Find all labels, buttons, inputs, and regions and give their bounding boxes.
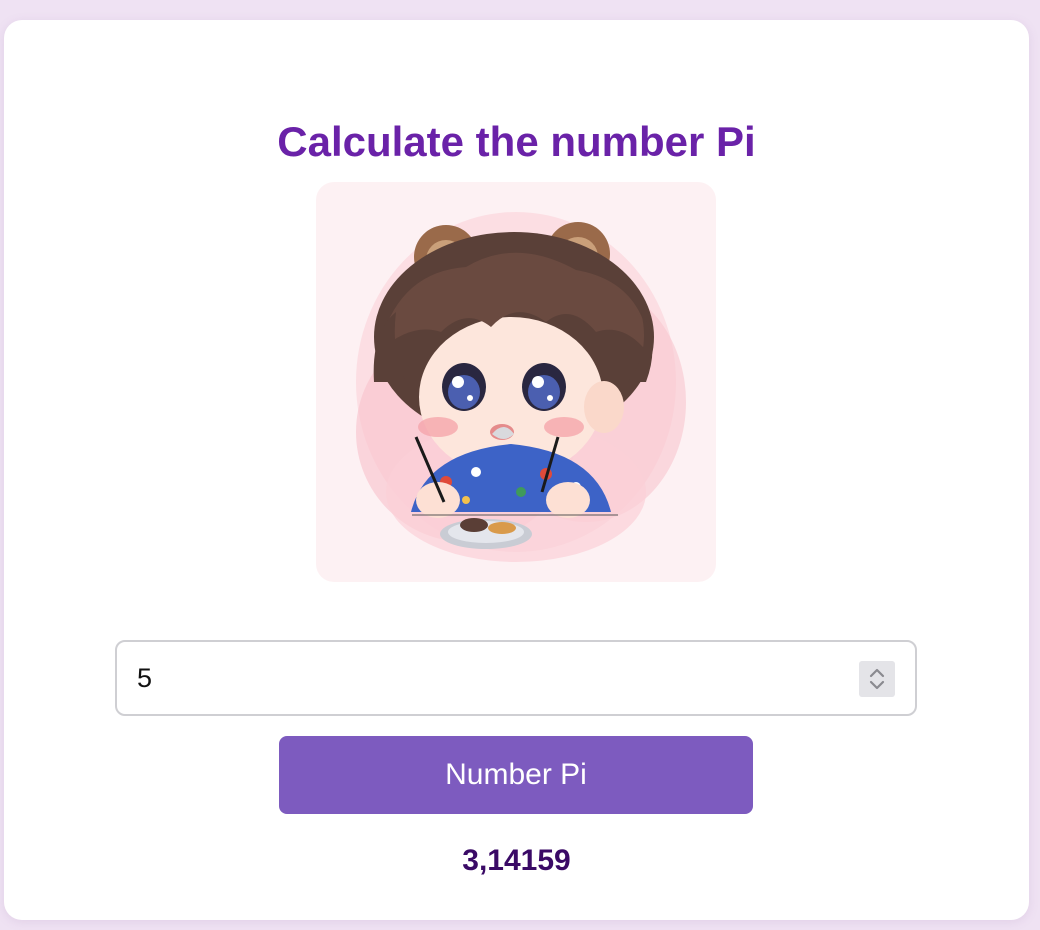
digits-field (115, 640, 917, 716)
stepper-arrows-icon (869, 668, 885, 690)
page-title: Calculate the number Pi (277, 118, 756, 165)
pi-result: 3,14159 (462, 844, 571, 877)
chibi-character-image (316, 182, 716, 582)
number-stepper[interactable] (859, 661, 895, 697)
calculator-card: Calculate the number Pi 5 Number Pi 3,14… (4, 20, 1029, 920)
number-pi-button[interactable]: Number Pi (279, 736, 753, 814)
digits-input[interactable] (137, 642, 837, 714)
